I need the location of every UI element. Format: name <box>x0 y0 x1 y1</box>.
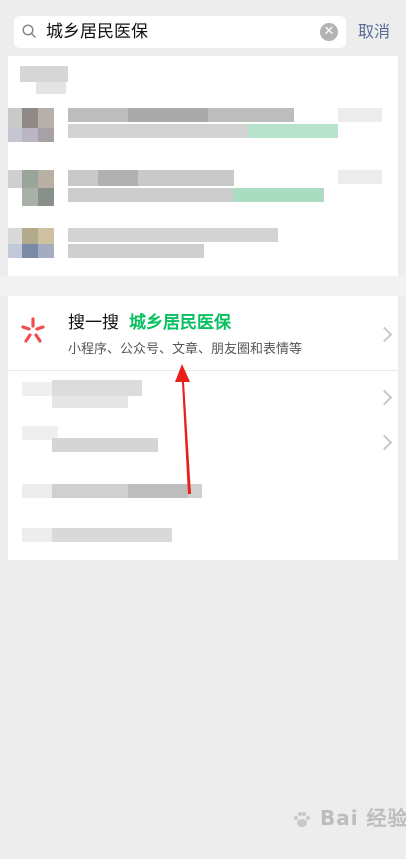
search-input[interactable]: 城乡居民医保 <box>46 16 296 48</box>
suggestion-row[interactable] <box>8 476 398 524</box>
search-box[interactable]: 城乡居民医保 ✕ <box>14 16 346 48</box>
souyisou-subtitle: 小程序、公众号、文章、朋友圈和表情等 <box>68 342 303 357</box>
cancel-button[interactable]: 取消 <box>358 16 390 48</box>
paw-icon <box>294 811 310 827</box>
souyisou-label: 搜一搜 <box>68 313 119 333</box>
status-bar <box>0 0 406 8</box>
watermark-text: Bai 经验 <box>319 806 406 830</box>
souyisou-keyword: 城乡居民医保 <box>129 313 231 333</box>
blurred-results <box>8 56 398 276</box>
suggestion-row[interactable] <box>8 420 398 468</box>
blurred-row[interactable] <box>8 226 398 276</box>
suggestion-row[interactable] <box>8 372 398 420</box>
watermark: Bai 经验 <box>292 802 406 831</box>
chevron-right-icon <box>376 434 393 451</box>
divider <box>8 370 398 371</box>
souyisou-title: 搜一搜 城乡居民医保 <box>68 312 231 334</box>
souyisou-card: 搜一搜 城乡居民医保 小程序、公众号、文章、朋友圈和表情等 <box>8 296 398 560</box>
souyisou-entry[interactable]: 搜一搜 城乡居民医保 小程序、公众号、文章、朋友圈和表情等 <box>8 296 398 370</box>
souyisou-logo-icon <box>21 317 45 343</box>
chevron-right-icon <box>376 326 393 343</box>
section-gap <box>0 276 406 296</box>
blurred-row[interactable] <box>8 100 398 164</box>
search-bar: 城乡居民医保 ✕ 取消 <box>0 8 406 56</box>
suggestion-row[interactable] <box>8 518 398 566</box>
chevron-right-icon <box>376 389 393 406</box>
search-icon <box>22 24 36 38</box>
clear-icon[interactable]: ✕ <box>320 23 338 41</box>
blurred-row[interactable] <box>8 166 398 230</box>
